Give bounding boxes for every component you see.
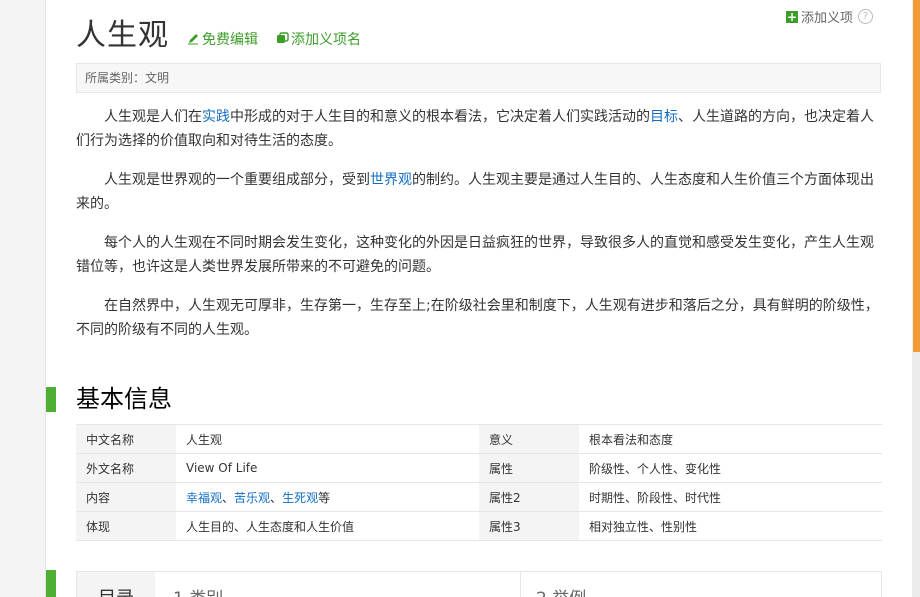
link-kuleguan[interactable]: 苦乐观 — [234, 491, 270, 505]
info-label: 体现 — [76, 511, 176, 541]
paragraph-4: 在自然界中，人生观无可厚非，生存第一，生存至上;在阶级社会里和制度下，人生观有进… — [76, 298, 879, 338]
add-name-button[interactable]: 添加义项名 — [276, 29, 361, 49]
toc-box: 目录 1 类别 2 举例 — [76, 571, 882, 597]
info-label: 属性2 — [479, 482, 579, 512]
edit-label: 免费编辑 — [202, 31, 258, 48]
info-label: 内容 — [76, 482, 176, 512]
paragraph-1: 人生观是人们在实践中形成的对于人生目的和意义的根本看法，它决定着人们实践活动的目… — [76, 105, 882, 153]
toc-divider — [520, 572, 521, 597]
link-xingfuguan[interactable]: 幸福观 — [186, 491, 222, 505]
entry-page: + 添加义项 ? 人生观 免费编辑 添加义项名 所属类别：文明 人生观是人们在实… — [46, 0, 912, 597]
info-value: 人生目的、人生态度和人生价值 — [176, 511, 479, 541]
paragraph-3: 每个人的人生观在不同时期会发生变化，这种变化的外因是日益疯狂的世界，导致很多人的… — [76, 235, 874, 275]
link-separator: 、 — [270, 490, 283, 505]
p1-text-a: 人生观是人们在 — [104, 109, 202, 125]
paragraph-2: 人生观是世界观的一个重要组成部分，受到世界观的制约。人生观主要是通过人生目的、人… — [76, 168, 882, 216]
toc-item-1[interactable]: 1 类别 — [173, 572, 223, 597]
add-sense-label: 添加义项 — [800, 11, 853, 26]
info-value: 时期性、阶段性、时代性 — [579, 482, 882, 512]
table-row: 中文名称 人生观 意义 根本看法和态度 — [76, 424, 882, 454]
plus-icon: + — [785, 9, 798, 24]
toc-accent-bar — [46, 570, 56, 597]
table-row: 体现 人生目的、人生态度和人生价值 属性3 相对独立性、性别性 — [76, 511, 882, 541]
info-label: 中文名称 — [76, 424, 176, 454]
link-shijian[interactable]: 实践 — [202, 109, 230, 125]
link-separator: 、 — [222, 490, 235, 505]
info-label: 属性 — [479, 453, 579, 483]
link-mubiao[interactable]: 目标 — [650, 109, 678, 125]
link-shengsiguan[interactable]: 生死观 — [282, 491, 318, 505]
scrollbar-thumb[interactable] — [913, 0, 920, 352]
page-title: 人生观 — [76, 18, 169, 53]
info-value-links: 幸福观、苦乐观、生死观等 — [176, 482, 479, 512]
link-shijieguan[interactable]: 世界观 — [370, 172, 412, 188]
toc-label: 目录 — [77, 572, 155, 597]
info-value: 根本看法和态度 — [579, 424, 882, 454]
p1-text-b: 中形成的对于人生目的和意义的根本看法，它决定着人们实践活动的 — [230, 109, 650, 125]
info-label: 属性3 — [479, 511, 579, 541]
table-row: 外文名称 View Of Life 属性 阶级性、个人性、变化性 — [76, 453, 882, 483]
table-row: 内容 幸福观、苦乐观、生死观等 属性2 时期性、阶段性、时代性 — [76, 482, 882, 512]
category-value[interactable]: 文明 — [145, 71, 169, 85]
p2-text-a: 人生观是世界观的一个重要组成部分，受到 — [104, 172, 370, 188]
info-value: View Of Life — [176, 453, 479, 483]
info-value: 阶级性、个人性、变化性 — [579, 453, 882, 483]
add-name-label: 添加义项名 — [291, 31, 361, 48]
copy-icon — [277, 32, 289, 43]
info-value: 相对独立性、性别性 — [579, 511, 882, 541]
help-icon[interactable]: ? — [858, 9, 873, 24]
basic-info-table: 中文名称 人生观 意义 根本看法和态度 外文名称 View Of Life 属性… — [76, 424, 882, 541]
links-suffix: 等 — [318, 490, 331, 505]
toc-item-2[interactable]: 2 举例 — [536, 572, 586, 597]
info-value: 人生观 — [176, 424, 479, 454]
category-prefix: 所属类别： — [85, 71, 146, 85]
info-label: 意义 — [479, 424, 579, 454]
section-accent-bar — [46, 387, 56, 412]
title-row: 人生观 免费编辑 添加义项名 — [76, 16, 361, 56]
add-sense-button[interactable]: + 添加义项 ? — [785, 7, 873, 26]
section-title-basic-info: 基本信息 — [76, 385, 172, 413]
info-label: 外文名称 — [76, 453, 176, 483]
category-bar: 所属类别：文明 — [76, 63, 881, 93]
pencil-icon — [188, 34, 198, 45]
edit-button[interactable]: 免费编辑 — [187, 29, 258, 49]
